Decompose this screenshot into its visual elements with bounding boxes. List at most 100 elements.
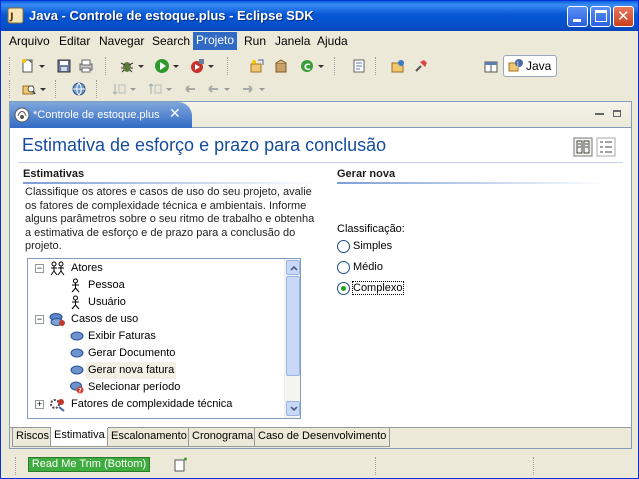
estimates-tree[interactable]: − Atores Pessoa Usuário − Casos de uso E… — [27, 258, 301, 419]
tree-item-label: Exibir Faturas — [88, 330, 156, 342]
open-perspective-icon[interactable] — [483, 59, 499, 75]
toolbar-grip[interactable] — [334, 57, 336, 75]
new-class-dropdown-icon[interactable] — [318, 65, 324, 68]
menu-projeto[interactable]: Projeto — [193, 32, 238, 50]
search-icon[interactable] — [21, 81, 37, 97]
toolbar-grip[interactable] — [55, 80, 57, 98]
maximize-button[interactable] — [590, 6, 611, 27]
open-type-icon[interactable] — [351, 58, 367, 74]
chevron-up-icon — [290, 265, 298, 271]
debug-dropdown-icon[interactable] — [138, 65, 144, 68]
minimize-editor-icon[interactable] — [595, 108, 605, 118]
radio-circle[interactable] — [337, 261, 350, 274]
external-tools-icon[interactable] — [189, 58, 205, 74]
radio-dot — [341, 286, 346, 291]
form-page-tabs: Riscos Estimativa Escalonamento Cronogra… — [10, 427, 631, 448]
radio-label: Simples — [353, 240, 393, 252]
last-edit-icon[interactable] — [182, 81, 198, 97]
radio-circle[interactable] — [337, 240, 350, 253]
status-grip[interactable] — [375, 457, 377, 475]
perspective-java-button[interactable]: J Java — [503, 55, 557, 77]
radio-circle-selected[interactable] — [337, 282, 350, 295]
section-title-gerar-nova: Gerar nova — [337, 168, 396, 180]
collapse-icon[interactable]: − — [35, 315, 44, 324]
forward-icon[interactable] — [240, 81, 256, 97]
toolbar-grip[interactable] — [375, 57, 377, 75]
secondary-toolbar — [1, 77, 638, 101]
scroll-up-button[interactable] — [286, 260, 300, 275]
toolbar-grip[interactable] — [105, 57, 107, 75]
fast-view-icon[interactable] — [173, 457, 189, 473]
title-divider — [18, 162, 623, 163]
use-cases-icon — [49, 313, 65, 326]
read-me-trim-button[interactable]: Read Me Trim (Bottom) — [28, 457, 150, 472]
layout-rows-icon[interactable] — [596, 137, 616, 157]
print-icon[interactable] — [78, 58, 94, 74]
close-tab-icon[interactable]: ✕ — [169, 106, 181, 122]
next-annotation-dropdown-icon[interactable] — [130, 88, 136, 91]
classification-label: Classificação: — [337, 223, 405, 235]
title-bar[interactable]: J Java - Controle de estoque.plus - Ecli… — [1, 1, 638, 31]
debug-icon[interactable] — [119, 58, 135, 74]
globe-icon[interactable] — [71, 81, 87, 97]
menu-search[interactable]: Search — [152, 34, 190, 48]
svg-text:C: C — [304, 63, 311, 73]
prev-annotation-dropdown-icon[interactable] — [166, 88, 172, 91]
toolbar-grip[interactable] — [9, 57, 11, 75]
menu-janela[interactable]: Janela — [275, 34, 310, 48]
status-grip[interactable] — [15, 457, 17, 475]
java-perspective-icon: J — [508, 59, 523, 72]
pin-icon[interactable] — [413, 58, 429, 74]
search-dropdown-icon[interactable] — [40, 88, 46, 91]
run-icon[interactable] — [154, 58, 170, 74]
close-icon: ✕ — [617, 7, 630, 25]
section-divider — [23, 182, 319, 184]
actor-icon — [71, 278, 80, 293]
tab-riscos[interactable]: Riscos — [12, 428, 54, 447]
new-dropdown-icon[interactable] — [39, 65, 45, 68]
maximize-editor-icon[interactable] — [612, 108, 622, 118]
new-java-project-icon[interactable] — [249, 58, 265, 74]
toolbar-grip[interactable] — [96, 80, 98, 98]
new-class-icon[interactable]: C — [299, 58, 315, 74]
use-case-icon — [70, 365, 84, 375]
scroll-thumb[interactable] — [286, 276, 300, 376]
new-icon[interactable] — [20, 58, 36, 74]
save-icon[interactable] — [56, 58, 72, 74]
scroll-down-button[interactable] — [286, 401, 300, 416]
status-grip[interactable] — [533, 457, 535, 475]
forward-dropdown-icon[interactable] — [259, 88, 265, 91]
new-package-icon[interactable] — [273, 58, 289, 74]
close-window-button[interactable]: ✕ — [613, 6, 634, 27]
actor-icon — [71, 295, 80, 310]
actors-icon — [50, 261, 65, 276]
tree-scrollbar[interactable] — [284, 259, 300, 418]
prev-annotation-icon[interactable] — [147, 81, 163, 97]
svg-text:J: J — [516, 61, 519, 68]
run-dropdown-icon[interactable] — [173, 65, 179, 68]
toolbar-grip[interactable] — [9, 80, 11, 98]
back-icon[interactable] — [205, 81, 221, 97]
expand-icon[interactable]: + — [35, 400, 44, 409]
external-tools-dropdown-icon[interactable] — [208, 65, 214, 68]
collapse-icon[interactable]: − — [35, 264, 44, 273]
editor-tab-controle-de-estoque[interactable]: *Controle de estoque.plus ✕ — [10, 102, 192, 128]
menu-ajuda[interactable]: Ajuda — [317, 34, 348, 48]
next-annotation-icon[interactable] — [111, 81, 127, 97]
open-task-icon[interactable] — [390, 58, 406, 74]
chevron-down-icon — [290, 406, 298, 412]
menu-arquivo[interactable]: Arquivo — [9, 34, 50, 48]
menu-editar[interactable]: Editar — [59, 34, 90, 48]
menu-navegar[interactable]: Navegar — [99, 34, 144, 48]
back-dropdown-icon[interactable] — [224, 88, 230, 91]
minimize-button[interactable] — [567, 6, 588, 27]
tab-estimativa[interactable]: Estimativa — [50, 427, 109, 447]
layout-columns-icon[interactable] — [573, 137, 593, 157]
tab-cronograma[interactable]: Cronograma — [188, 428, 258, 447]
tab-escalonamento[interactable]: Escalonamento — [107, 428, 191, 447]
editor-area: *Controle de estoque.plus ✕ Estimativa d… — [9, 101, 632, 449]
tab-caso-de-desenvolvimento[interactable]: Caso de Desenvolvimento — [254, 428, 391, 447]
toolbar-grip[interactable] — [227, 57, 229, 75]
status-bar: Read Me Trim (Bottom) — [1, 453, 638, 478]
menu-run[interactable]: Run — [244, 34, 266, 48]
